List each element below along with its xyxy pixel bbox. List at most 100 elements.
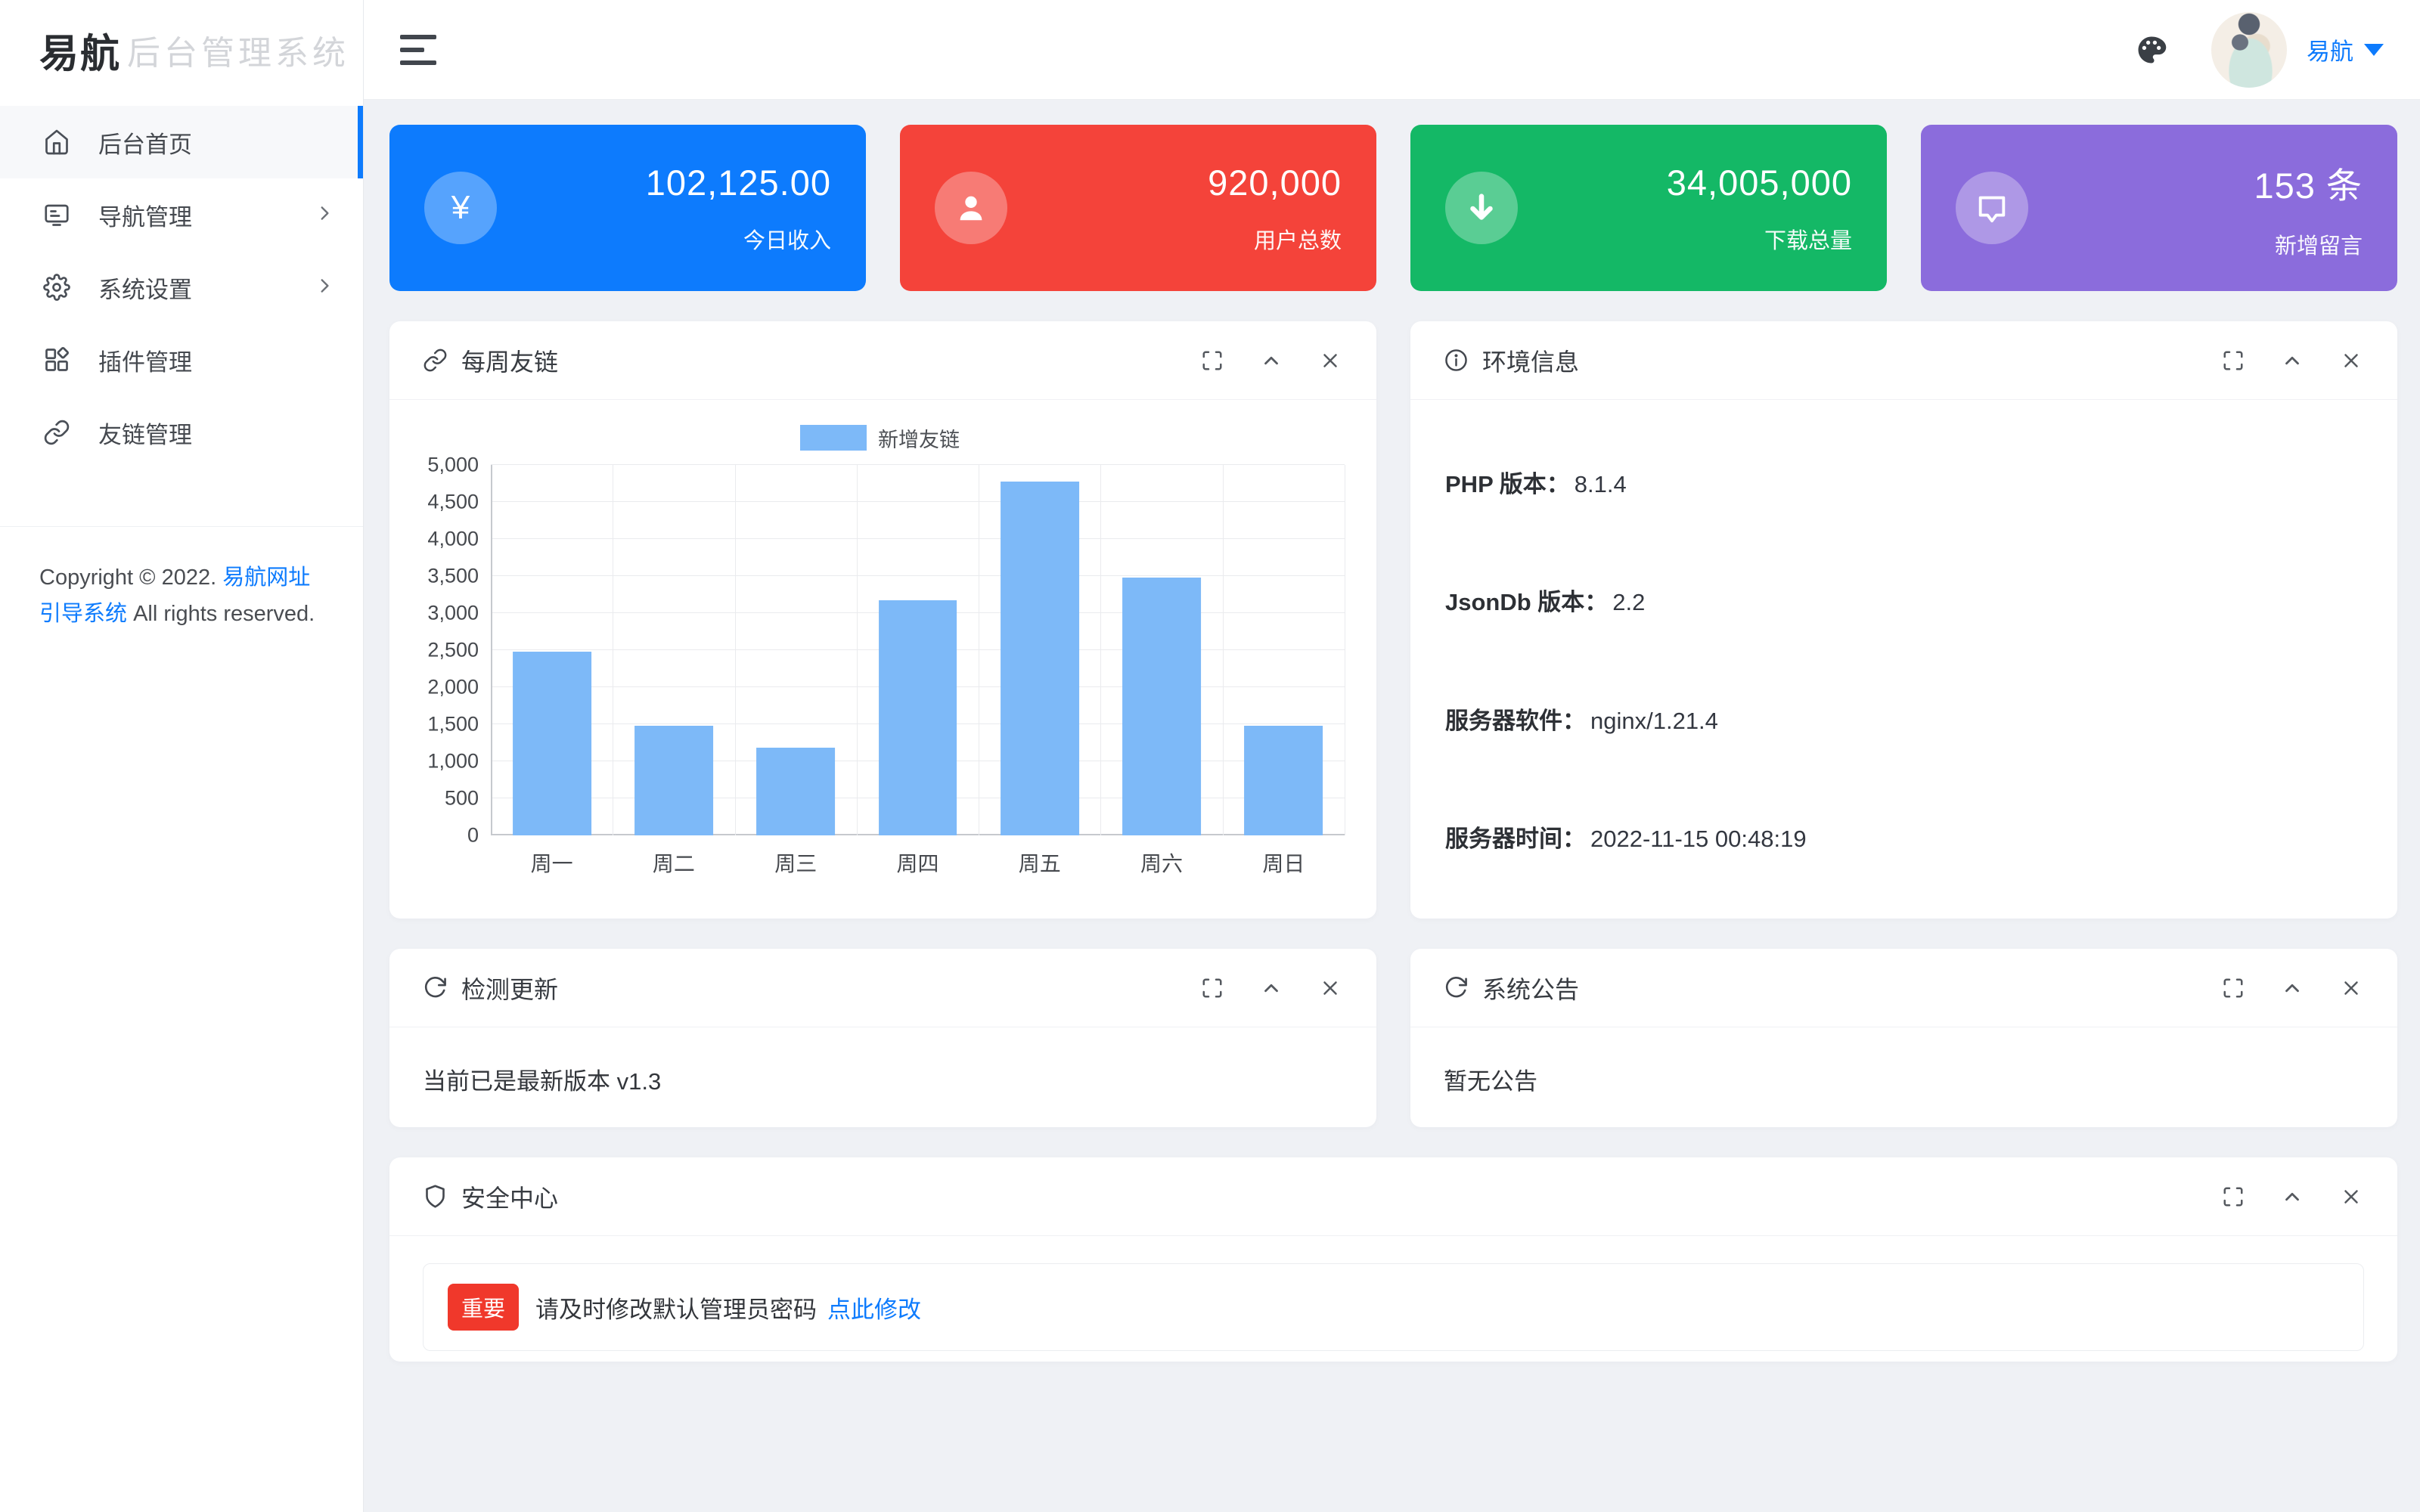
hamburger-line	[400, 48, 424, 52]
gridline	[1223, 465, 1224, 835]
gridline	[491, 538, 1345, 539]
stat-card-users: 920,000 用户总数	[900, 125, 1376, 291]
yen-icon: ¥	[424, 172, 497, 244]
card-title: 环境信息	[1444, 343, 1579, 378]
stat-body: 102,125.00 今日收入	[497, 162, 831, 255]
security-body: 重要 请及时修改默认管理员密码 点此修改	[389, 1236, 2397, 1362]
close-icon[interactable]	[2338, 1184, 2364, 1210]
collapse-icon[interactable]	[1258, 348, 1284, 373]
sidebar-item-links[interactable]: 友链管理	[0, 396, 363, 469]
card-header: 安全中心	[389, 1157, 2397, 1236]
user-icon	[935, 172, 1007, 244]
collapse-icon[interactable]	[2279, 1184, 2305, 1210]
sidebar: 易航 后台管理系统 后台首页 导航管理	[0, 0, 364, 1512]
bar-周二	[634, 726, 713, 835]
bar-周日	[1244, 726, 1323, 835]
environment-info-card: 环境信息 PHP 版本：8.1.4 JsonDb 版本：2.2	[1410, 321, 2397, 919]
y-tick-label: 4,500	[427, 491, 479, 514]
bar-周五	[1001, 482, 1079, 835]
collapse-icon[interactable]	[2279, 348, 2305, 373]
card-controls	[1199, 975, 1343, 1001]
y-tick-label: 0	[467, 824, 479, 847]
fullscreen-icon[interactable]	[2220, 348, 2246, 373]
close-icon[interactable]	[2338, 348, 2364, 373]
card-controls	[2220, 348, 2364, 373]
hamburger-line	[400, 60, 436, 65]
chart-legend[interactable]: 新增友链	[415, 421, 1345, 454]
theme-palette-button[interactable]	[2134, 33, 2169, 67]
sidebar-item-navigation[interactable]: 导航管理	[0, 178, 363, 251]
bar-周三	[756, 748, 835, 835]
y-tick-label: 1,500	[427, 713, 479, 736]
avatar[interactable]	[2211, 12, 2287, 88]
fullscreen-icon[interactable]	[2220, 975, 2246, 1001]
stats-row: ¥ 102,125.00 今日收入 920,000 用户总数	[389, 125, 2397, 291]
x-tick-label: 周二	[613, 847, 734, 878]
env-row-php: PHP 版本：8.1.4	[1445, 465, 2363, 499]
card-controls	[2220, 1184, 2364, 1210]
bar-周四	[879, 600, 957, 835]
y-tick-label: 2,000	[427, 676, 479, 699]
env-label: PHP 版本：	[1445, 471, 1570, 497]
collapse-icon[interactable]	[2279, 975, 2305, 1001]
monitor-icon	[42, 200, 71, 229]
chevron-right-icon	[315, 276, 334, 299]
card-title: 每周友链	[423, 343, 558, 378]
admin-dashboard: 易航 后台管理系统 后台首页 导航管理	[0, 0, 2420, 1512]
close-icon[interactable]	[2338, 975, 2364, 1001]
y-tick-label: 5,000	[427, 454, 479, 477]
y-tick-label: 500	[445, 787, 479, 810]
sidebar-item-plugins[interactable]: 插件管理	[0, 324, 363, 396]
stat-card-messages: 153 条 新增留言	[1921, 125, 2397, 291]
close-icon[interactable]	[1317, 975, 1343, 1001]
card-title-text: 系统公告	[1482, 971, 1579, 1005]
shield-icon	[423, 1184, 448, 1209]
y-tick-label: 3,000	[427, 602, 479, 625]
link-icon	[423, 348, 448, 373]
collapse-icon[interactable]	[1258, 975, 1284, 1001]
sidebar-menu: 后台首页 导航管理 系统设置	[0, 106, 363, 469]
gridline	[491, 464, 1345, 465]
user-menu[interactable]: 易航	[2307, 33, 2384, 67]
download-arrow-icon	[1445, 172, 1518, 244]
card-controls	[1199, 348, 1343, 373]
x-tick-label: 周一	[491, 847, 613, 878]
y-tick-label: 1,000	[427, 750, 479, 773]
sidebar-item-settings[interactable]: 系统设置	[0, 251, 363, 324]
bar-周六	[1122, 578, 1201, 835]
card-grid: 每周友链 新增友链 05001,0001,5002,0002,5003,0003	[389, 321, 2397, 1362]
env-row-server-software: 服务器软件：nginx/1.21.4	[1445, 702, 2363, 736]
announcement-icon	[1444, 975, 1469, 1000]
stat-label: 下载总量	[1764, 223, 1852, 255]
copyright-text: All rights reserved.	[127, 602, 315, 626]
y-tick-label: 3,500	[427, 565, 479, 588]
system-notice-card: 系统公告 暂无公告	[1410, 949, 2397, 1127]
update-check-card: 检测更新 当前已是最新版本 v1.3	[389, 949, 1376, 1127]
x-tick-label: 周四	[857, 847, 979, 878]
fullscreen-icon[interactable]	[2220, 1184, 2246, 1210]
x-tick-label: 周六	[1100, 847, 1222, 878]
main-content: ¥ 102,125.00 今日收入 920,000 用户总数	[364, 100, 2420, 1512]
close-icon[interactable]	[1317, 348, 1343, 373]
card-controls	[2220, 975, 2364, 1001]
sidebar-item-label: 导航管理	[98, 198, 192, 232]
stat-card-downloads: 34,005,000 下载总量	[1410, 125, 1887, 291]
sidebar-toggle-button[interactable]	[400, 35, 436, 65]
gridline	[491, 575, 1345, 576]
alert-message: 请及时修改默认管理员密码	[535, 1290, 817, 1325]
bar-周一	[513, 652, 591, 835]
sidebar-item-label: 友链管理	[98, 416, 192, 450]
refresh-icon	[423, 975, 448, 1000]
link-icon	[42, 418, 71, 447]
fullscreen-icon[interactable]	[1199, 348, 1225, 373]
brand-name: 易航	[39, 22, 121, 79]
chevron-right-icon	[315, 203, 334, 227]
env-value: 2.2	[1612, 589, 1645, 615]
legend-label: 新增友链	[878, 423, 960, 453]
stat-body: 34,005,000 下载总量	[1518, 162, 1852, 255]
stat-value: 102,125.00	[646, 162, 831, 203]
change-password-link[interactable]: 点此修改	[827, 1290, 921, 1325]
sidebar-item-dashboard[interactable]: 后台首页	[0, 106, 363, 178]
yen-glyph: ¥	[451, 189, 470, 227]
fullscreen-icon[interactable]	[1199, 975, 1225, 1001]
